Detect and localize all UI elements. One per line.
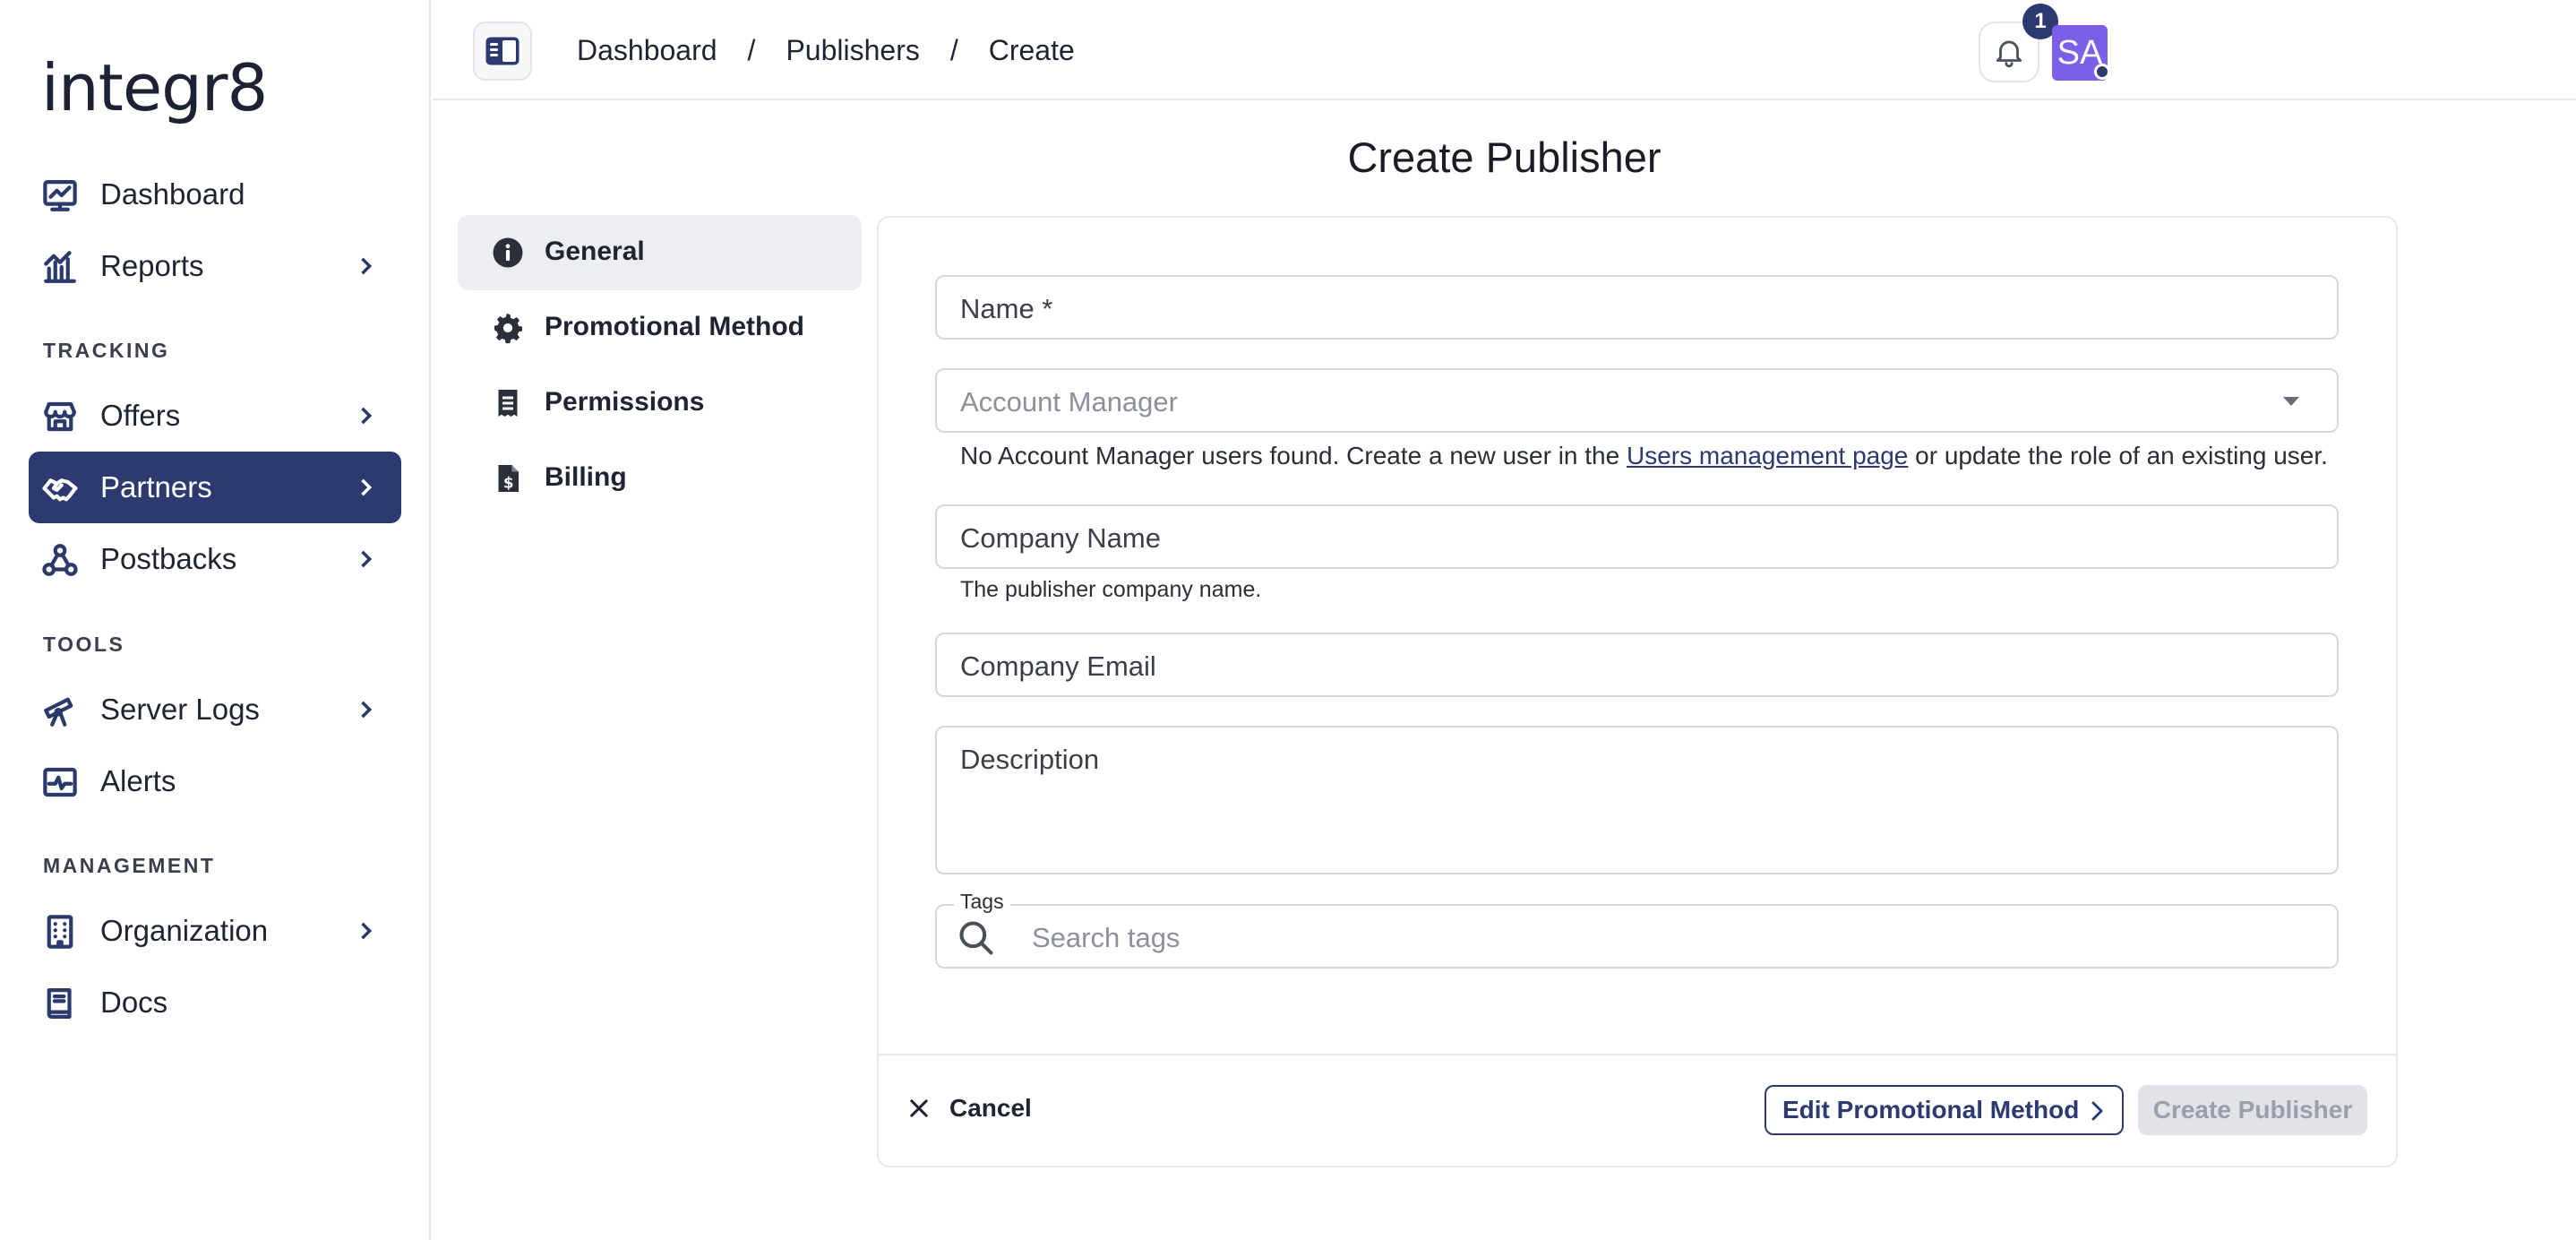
users-management-link[interactable]: Users management page	[1627, 442, 1908, 469]
company-email-field[interactable]: Company Email	[935, 633, 2339, 697]
name-field[interactable]: Name *	[935, 275, 2339, 340]
account-manager-select[interactable]: Account Manager	[935, 368, 2339, 433]
description-label: Description	[960, 744, 1100, 775]
tab-label: Permissions	[545, 387, 705, 417]
chevron-right-icon	[353, 403, 378, 428]
chart-monitor-icon	[41, 177, 79, 214]
svg-text:$: $	[503, 475, 513, 492]
section-label-tools: TOOLS	[43, 633, 125, 656]
sidebar-item-docs[interactable]: Docs	[29, 967, 401, 1038]
sidebar-item-server-logs[interactable]: Server Logs	[29, 674, 401, 745]
sidebar-item-organization[interactable]: Organization	[29, 895, 401, 967]
breadcrumb-create: Create	[988, 34, 1075, 66]
receipt-icon	[498, 390, 518, 417]
breadcrumb-dashboard[interactable]: Dashboard	[577, 34, 717, 67]
edit-promotional-method-label: Edit Promotional Method	[1782, 1096, 2080, 1124]
app-logo[interactable]: integr8	[41, 50, 268, 125]
company-name-field[interactable]: Company Name	[935, 504, 2339, 569]
edit-promotional-method-button[interactable]: Edit Promotional Method	[1765, 1085, 2124, 1135]
sidebar-item-label: Dashboard	[100, 177, 245, 211]
sidebar-item-alerts[interactable]: Alerts	[29, 745, 401, 817]
sidebar-item-label: Reports	[100, 249, 204, 282]
create-publisher-label: Create Publisher	[2152, 1096, 2353, 1124]
account-manager-placeholder: Account Manager	[960, 386, 1178, 418]
sidebar-item-label: Organization	[100, 914, 269, 947]
tags-placeholder: Search tags	[1032, 922, 1181, 953]
chevron-right-icon	[2091, 1101, 2103, 1121]
tab-permissions[interactable]: Permissions	[458, 366, 862, 441]
storefront-icon	[41, 398, 79, 435]
company-name-label: Company Name	[960, 522, 1161, 554]
sidebar-item-label: Alerts	[100, 764, 176, 797]
breadcrumb-separator: /	[747, 34, 756, 66]
chevron-right-icon	[353, 697, 378, 722]
sidebar-toggle-button[interactable]	[473, 22, 532, 81]
status-indicator	[2094, 64, 2110, 80]
top-bar: Dashboard / Publishers / Create	[433, 0, 2576, 100]
breadcrumb-publishers[interactable]: Publishers	[786, 34, 919, 67]
sidebar-item-label: Postbacks	[100, 542, 237, 575]
webhook-icon	[41, 541, 79, 579]
pulse-monitor-icon	[41, 763, 79, 801]
help-text-suffix: or update the role of an existing user.	[1908, 442, 2328, 469]
help-text-prefix: No Account Manager users found. Create a…	[960, 442, 1627, 469]
invoice-dollar-icon: $	[498, 465, 519, 492]
sidebar-item-postbacks[interactable]: Postbacks	[29, 523, 401, 595]
tags-label: Tags	[954, 890, 1010, 914]
name-field-label: Name *	[960, 293, 1053, 324]
tab-general[interactable]: General	[458, 215, 862, 290]
cancel-button-label: Cancel	[949, 1094, 1032, 1122]
chevron-right-icon	[353, 475, 378, 500]
tab-promotional-method[interactable]: Promotional Method	[458, 290, 862, 366]
bar-chart-icon	[41, 248, 79, 286]
section-label-management: MANAGEMENT	[43, 854, 216, 877]
sidebar: integr8 Dashboard Reports TRACKING Offer…	[0, 0, 431, 1240]
gear-icon	[494, 313, 523, 344]
description-textarea[interactable]: Description	[935, 726, 2339, 874]
tab-label: Billing	[545, 462, 627, 492]
sidebar-panel-icon	[485, 37, 519, 65]
chevron-right-icon	[353, 918, 378, 943]
info-icon	[493, 237, 523, 268]
tags-search-input[interactable]: Search tags	[935, 904, 2339, 969]
breadcrumb: Dashboard / Publishers / Create	[577, 34, 1075, 67]
telescope-icon	[41, 692, 79, 729]
sidebar-item-label: Partners	[100, 470, 212, 504]
building-icon	[41, 913, 79, 951]
create-publisher-button[interactable]: Create Publisher	[2138, 1085, 2367, 1135]
sidebar-item-label: Offers	[100, 399, 181, 432]
caret-down-icon	[2283, 397, 2299, 406]
search-icon	[959, 921, 993, 955]
sidebar-item-partners[interactable]: Partners	[29, 452, 401, 523]
sidebar-item-dashboard[interactable]: Dashboard	[29, 159, 401, 230]
cancel-button[interactable]: Cancel	[906, 1086, 1032, 1131]
tab-label: General	[545, 237, 645, 266]
chevron-right-icon	[353, 254, 378, 279]
tab-label: Promotional Method	[545, 312, 804, 341]
account-manager-help: No Account Manager users found. Create a…	[960, 442, 2328, 470]
handshake-icon	[41, 469, 79, 507]
chevron-right-icon	[353, 547, 378, 572]
bell-icon	[1996, 40, 2022, 68]
card-footer-divider	[879, 1054, 2396, 1055]
breadcrumb-separator: /	[949, 34, 958, 66]
company-name-help: The publisher company name.	[960, 577, 1262, 602]
page-title: Create Publisher	[1347, 133, 1662, 181]
close-icon	[910, 1099, 928, 1117]
sidebar-item-label: Docs	[100, 986, 168, 1019]
sidebar-item-offers[interactable]: Offers	[29, 380, 401, 452]
sidebar-item-reports[interactable]: Reports	[29, 230, 401, 302]
company-email-label: Company Email	[960, 650, 1156, 682]
section-label-tracking: TRACKING	[43, 339, 170, 362]
tab-billing[interactable]: $ Billing	[458, 441, 862, 516]
sidebar-item-label: Server Logs	[100, 693, 260, 726]
book-icon	[41, 985, 79, 1022]
